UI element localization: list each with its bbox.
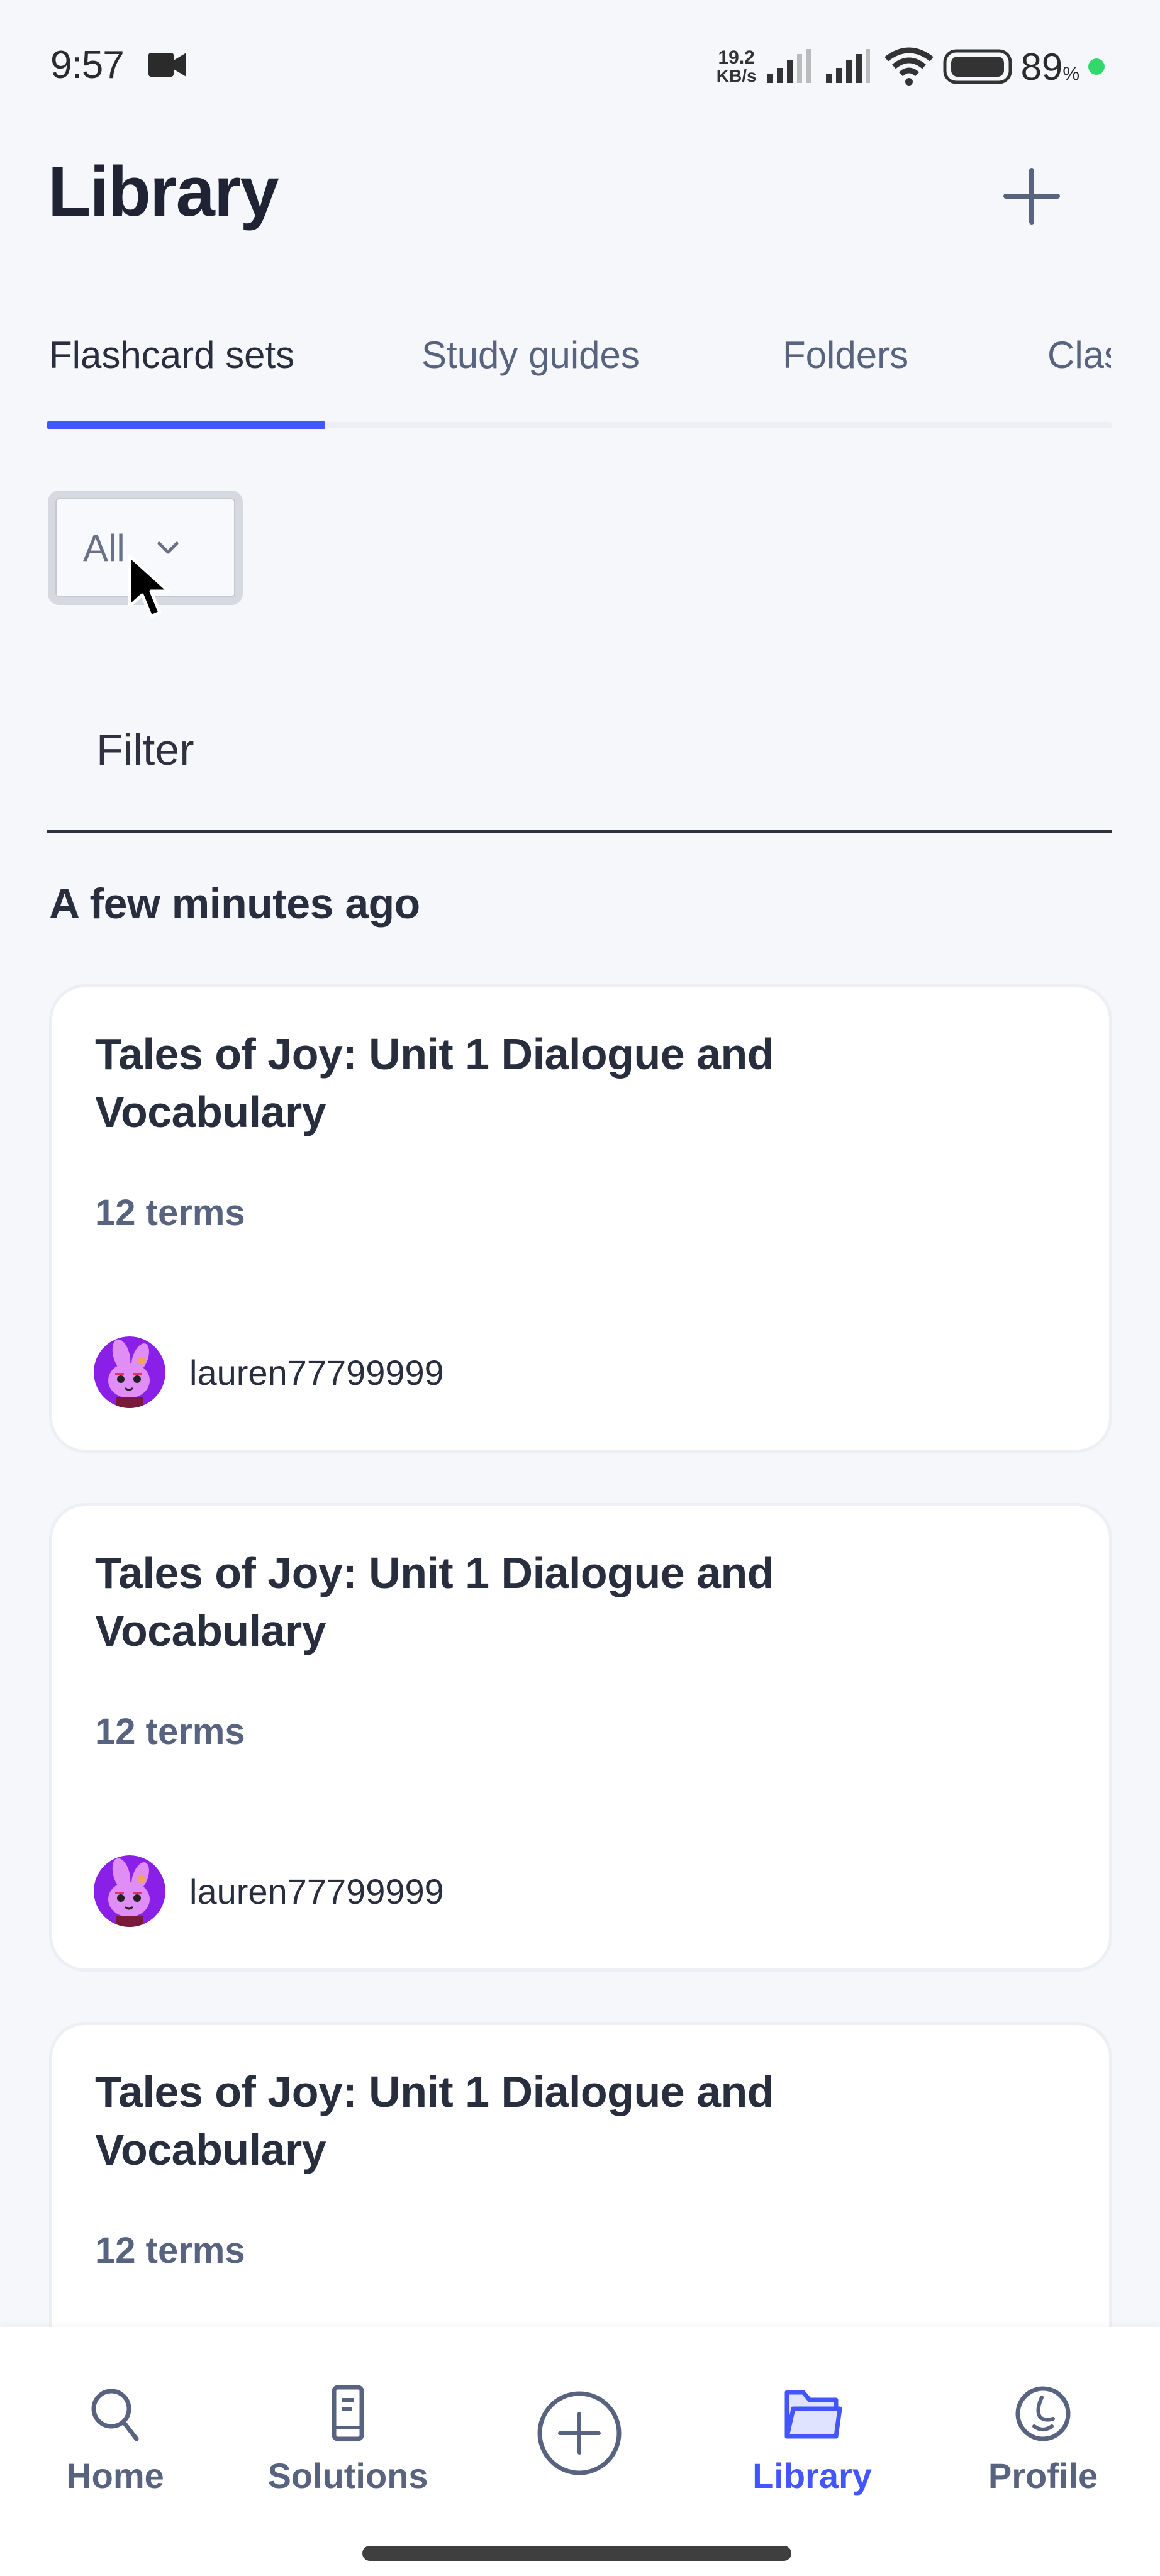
flashcard-set-card[interactable]: Tales of Joy: Unit 1 Dialogue and Vocabu… [52,987,1109,1450]
set-term-count: 12 terms [95,2230,245,2271]
profile-icon [1015,2386,1071,2441]
nav-profile-label: Profile [988,2456,1098,2496]
status-time: 9:57 [50,43,125,87]
nav-library[interactable]: Library [718,2384,906,2496]
network-speed-value: 19.2 [718,47,755,68]
nav-create-button[interactable] [536,2390,623,2477]
library-tabs: Flashcard sets Study guides Folders Clas… [49,333,1160,390]
set-author: lauren77799999 [94,1336,444,1408]
nav-solutions[interactable]: Solutions [254,2384,442,2496]
set-title: Tales of Joy: Unit 1 Dialogue and Vocabu… [95,2067,774,2174]
set-term-count: 12 terms [95,1711,245,1752]
signal-1-icon [766,49,811,83]
avatar [94,1855,165,1927]
chevron-down-icon [157,541,179,554]
nav-home[interactable]: Home [21,2384,209,2496]
flashcard-set-card[interactable]: Tales of Joy: Unit 1 Dialogue and Vocabu… [52,1506,1109,1968]
set-title: Tales of Joy: Unit 1 Dialogue and Vocabu… [95,1030,774,1136]
book-icon [332,2385,364,2441]
filter-placeholder: Filter [96,725,194,774]
folder-icon [784,2390,842,2439]
video-camera-icon [148,53,186,77]
nav-home-label: Home [66,2456,164,2496]
wifi-icon [884,47,934,86]
network-speed-unit: KB/s [716,66,757,86]
tab-flashcard-sets[interactable]: Flashcard sets [49,333,294,377]
set-term-count: 12 terms [95,1192,245,1233]
filter-underline [47,830,1112,833]
bunny-avatar-icon [94,1855,165,1927]
battery-percent: 89% [1020,45,1079,88]
tab-active-indicator [47,421,325,429]
bunny-avatar-icon [94,1336,165,1408]
author-username[interactable]: lauren77799999 [189,1871,444,1912]
status-icons: 19.2 KB/s 89% [717,42,1105,92]
tab-study-guides[interactable]: Study guides [421,333,640,377]
section-label: A few minutes ago [49,880,420,928]
plus-icon [1003,168,1060,225]
nav-solutions-label: Solutions [267,2456,428,2496]
page-title: Library [48,152,279,231]
tab-folders[interactable]: Folders [783,333,908,377]
search-icon [91,2389,139,2441]
home-indicator[interactable] [362,2546,791,2561]
charging-dot [1088,58,1105,75]
create-plus-circle-icon [537,2391,622,2475]
tabs-overflow-mask [1111,314,1160,402]
signal-2-icon [825,49,870,83]
filter-input[interactable]: Filter [47,698,1112,833]
set-author: lauren77799999 [94,1855,444,1927]
bottom-navigation: Home Solutions Library Profile [0,2327,1160,2576]
network-speed: 19.2 KB/s [717,48,757,85]
dropdown-selected-value: All [83,526,125,569]
nav-profile[interactable]: Profile [949,2384,1137,2496]
author-username[interactable]: lauren77799999 [189,1352,444,1393]
avatar [94,1336,165,1408]
filter-type-dropdown[interactable]: All [48,491,243,605]
add-button[interactable] [1000,165,1063,228]
battery-icon [943,49,1012,84]
set-title: Tales of Joy: Unit 1 Dialogue and Vocabu… [95,1548,774,1655]
nav-library-label: Library [752,2456,872,2496]
